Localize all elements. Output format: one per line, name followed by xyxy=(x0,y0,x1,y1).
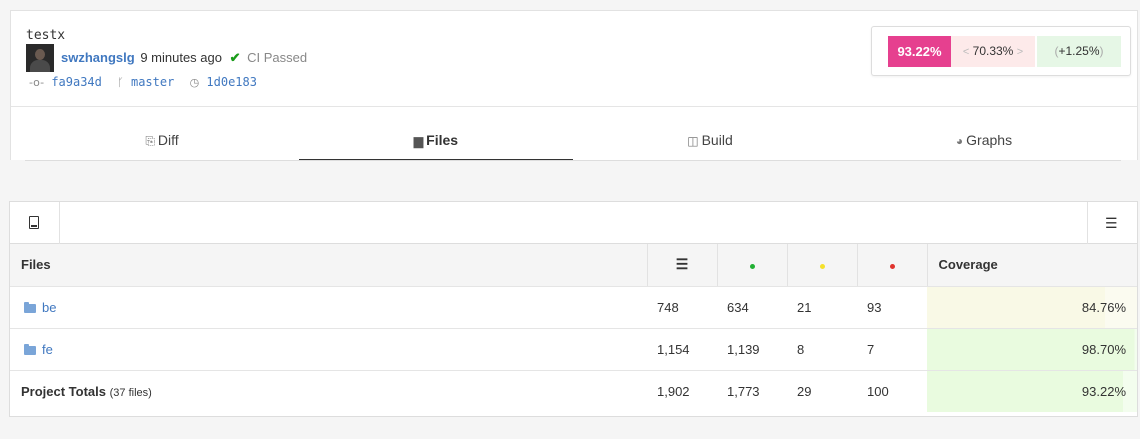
misses-cell: 7 xyxy=(857,328,927,371)
totals-label-cell: Project Totals (37 files) xyxy=(10,370,647,412)
book-icon xyxy=(29,216,39,229)
misses-dot-icon xyxy=(889,264,895,270)
list-settings-icon: ☰ xyxy=(1105,215,1118,231)
coverage-delta: (+1.25%) xyxy=(1037,36,1121,67)
base-coverage[interactable]: < 70.33% > xyxy=(951,36,1035,67)
base-prev-arrow: < xyxy=(962,46,970,58)
folder-icon: ▆ xyxy=(413,134,424,148)
col-header-coverage[interactable]: Coverage xyxy=(926,244,1137,287)
folder-link[interactable]: be xyxy=(42,300,56,315)
tab-label: Diff xyxy=(157,132,179,148)
col-header-hits[interactable] xyxy=(716,244,787,287)
table-header-row: Files ☰ Coverage xyxy=(10,244,1137,287)
totals-misses-cell: 100 xyxy=(867,383,889,399)
totals-label: Project Totals xyxy=(21,383,107,399)
branch-link[interactable]: master xyxy=(131,75,174,89)
folder-icon xyxy=(24,301,36,313)
box-icon: ◫ xyxy=(687,134,699,148)
tab-diff[interactable]: ⎘ Diff xyxy=(25,107,299,161)
author-link[interactable]: swzhangslg xyxy=(61,50,135,65)
hits-cell: 634 xyxy=(717,286,787,329)
list-settings-button[interactable]: ☰ xyxy=(1087,202,1137,244)
book-button[interactable] xyxy=(10,202,60,244)
tab-label: Files xyxy=(426,132,459,148)
base-coverage-value: 70.33% xyxy=(972,44,1014,58)
tab-graphs[interactable]: ◕ Graphs xyxy=(847,107,1121,161)
table-row: be 748 634 21 93 84.76% xyxy=(10,286,1137,329)
table-toolbar: ☰ xyxy=(10,202,1137,244)
check-icon: ✔ xyxy=(229,50,241,65)
tab-label: Build xyxy=(701,132,733,148)
coverage-summary: 93.22% < 70.33% > (+1.25%) xyxy=(871,26,1131,76)
tab-label: Graphs xyxy=(966,132,1013,148)
col-header-misses[interactable] xyxy=(856,244,927,287)
branch-icon: ᚴ xyxy=(117,76,124,89)
tab-bar: ⎘ Diff ▆ Files ◫ Build ◕ Graphs xyxy=(25,107,1121,162)
commit-header-panel: testx swzhangslg 9 minutes ago ✔ CI Pass… xyxy=(10,10,1138,162)
col-header-partials[interactable] xyxy=(786,244,857,287)
commit-time: 9 minutes ago xyxy=(140,50,222,65)
totals-lines-cell: 1,902 xyxy=(657,383,690,399)
commit-icon: -o- xyxy=(29,76,45,89)
folder-icon xyxy=(24,343,36,355)
tab-build[interactable]: ◫ Build xyxy=(573,107,847,161)
parent-commit-icon: ◷ xyxy=(189,76,200,89)
pie-chart-icon: ◕ xyxy=(955,134,964,148)
coverage-cell: 98.70% xyxy=(927,328,1137,371)
coverage-cell: 84.76% xyxy=(927,286,1137,329)
lines-cell: 748 xyxy=(647,286,717,329)
file-name-cell[interactable]: be xyxy=(10,286,647,329)
folder-link[interactable]: fe xyxy=(42,342,53,357)
partials-cell: 8 xyxy=(787,328,857,371)
commit-message: testx xyxy=(26,28,66,43)
totals-partials-cell: 29 xyxy=(797,383,812,399)
file-coverage-card: ☰ Files ☰ Coverage be 748 634 21 93 84.7… xyxy=(9,201,1138,417)
avatar[interactable] xyxy=(26,44,54,72)
lines-cell: 1,154 xyxy=(647,328,717,371)
totals-coverage-cell: 93.22% xyxy=(927,370,1137,412)
table-row: fe 1,154 1,139 8 7 98.70% xyxy=(10,328,1137,371)
commit-id-link[interactable]: fa9a34d xyxy=(51,75,102,89)
col-header-files[interactable]: Files xyxy=(10,244,647,287)
coverage-value: 93.22% xyxy=(888,36,951,67)
partials-cell: 21 xyxy=(787,286,857,329)
partials-dot-icon xyxy=(819,264,825,270)
hits-dot-icon xyxy=(749,264,755,270)
misses-cell: 93 xyxy=(857,286,927,329)
coverage-delta-value: +1.25% xyxy=(1058,44,1100,58)
totals-row: Project Totals (37 files) 1,902 1,773 29… xyxy=(10,370,1137,412)
file-table: Files ☰ Coverage be 748 634 21 93 84.76%… xyxy=(10,244,1137,412)
hits-cell: 1,139 xyxy=(717,328,787,371)
file-count: (37 files) xyxy=(109,386,152,399)
delta-close-paren: ) xyxy=(1099,44,1104,58)
diff-icon: ⎘ xyxy=(145,134,155,148)
commit-refs: -o- fa9a34d ᚴ master ◷ 1d0e183 xyxy=(29,75,265,89)
author-line: swzhangslg 9 minutes ago ✔ CI Passed xyxy=(61,50,307,66)
parent-commit-link[interactable]: 1d0e183 xyxy=(206,75,257,89)
ci-status: CI Passed xyxy=(247,50,308,65)
tabs-baseline xyxy=(25,160,1121,161)
totals-hits-cell: 1,773 xyxy=(727,383,760,399)
tab-files[interactable]: ▆ Files xyxy=(299,107,573,161)
base-next-arrow: > xyxy=(1016,46,1024,58)
lines-icon: ☰ xyxy=(675,256,689,273)
file-name-cell[interactable]: fe xyxy=(10,328,647,371)
col-header-lines[interactable]: ☰ xyxy=(646,244,717,287)
